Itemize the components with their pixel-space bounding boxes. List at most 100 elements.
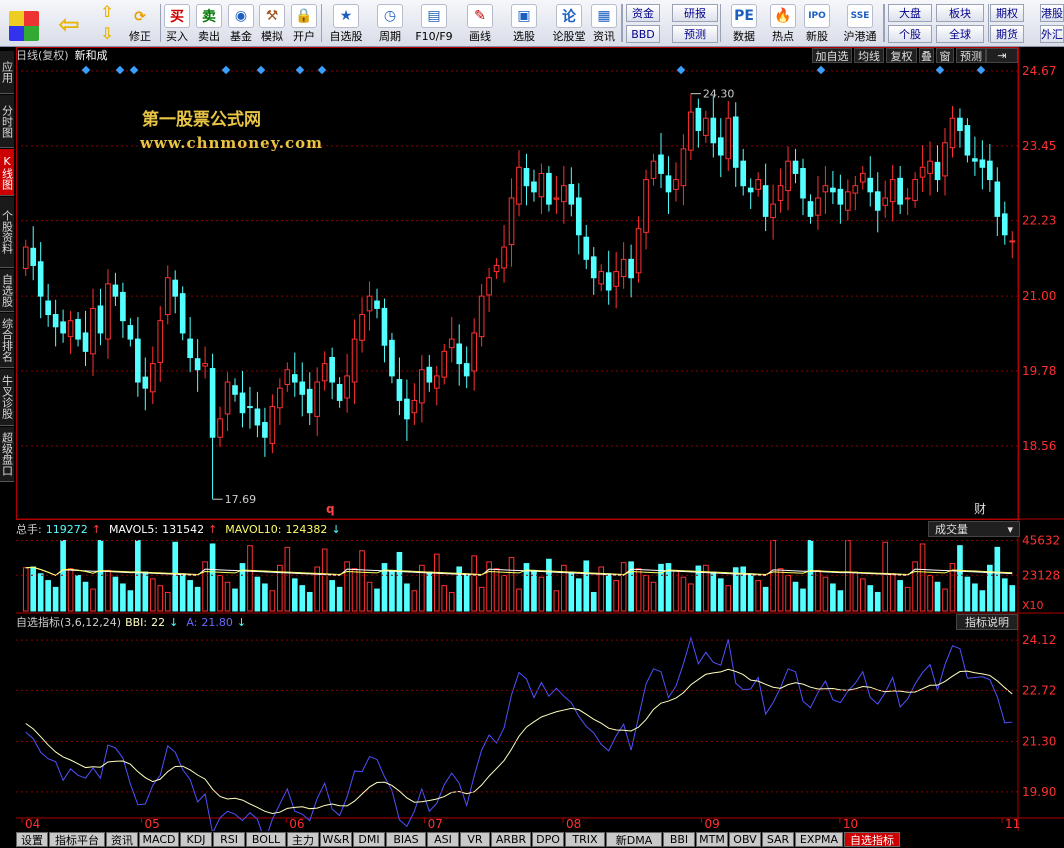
toolbar-small-button-5[interactable]: 个股 xyxy=(888,25,932,43)
bottom-tab-12[interactable]: VR xyxy=(460,832,490,847)
toolbar-button-buy[interactable]: 买买入 xyxy=(163,3,191,43)
bottom-tab-13[interactable]: ARBR xyxy=(491,832,531,847)
event-marker-icon[interactable] xyxy=(81,65,91,75)
candle-body xyxy=(22,246,29,270)
sidebar-item-7[interactable]: 超级盘口 xyxy=(0,427,14,482)
indicator-help-button[interactable]: 指标说明 xyxy=(956,614,1018,630)
event-marker-icon[interactable] xyxy=(115,65,125,75)
event-marker-icon[interactable] xyxy=(129,65,139,75)
volume-bar xyxy=(411,590,418,612)
menu-grid-button[interactable] xyxy=(6,3,42,43)
toolbar-small-button-0[interactable]: 资金 xyxy=(626,4,660,22)
kline-button-label: 叠 xyxy=(921,49,932,63)
marker-finance-report[interactable]: 财 xyxy=(974,502,986,516)
event-marker-icon[interactable] xyxy=(317,65,327,75)
toolbar-button-forum[interactable]: 论论股堂 xyxy=(552,3,586,43)
kline-button-1[interactable]: 均线 xyxy=(854,48,884,63)
toolbar-divider xyxy=(720,4,721,42)
toolbar-small-button-4[interactable]: 大盘 xyxy=(888,4,932,22)
toolbar-button-screener[interactable]: ▣ 选股 xyxy=(506,3,542,43)
sidebar-item-6[interactable]: 牛叉诊股 xyxy=(0,369,14,426)
bottom-tab-2[interactable]: 资讯 xyxy=(106,832,138,847)
hk-connect-icon: SSE xyxy=(847,4,873,28)
toolbar-button-pe-data[interactable]: PE 数据 xyxy=(726,3,762,43)
event-marker-icon[interactable] xyxy=(295,65,305,75)
bottom-tab-0[interactable]: 设置 xyxy=(16,832,48,847)
bottom-tab-19[interactable]: OBV xyxy=(729,832,761,847)
bottom-tab-label: ASI xyxy=(434,833,452,846)
sidebar-item-4[interactable]: 自选股 xyxy=(0,269,14,312)
toolbar-button-hk-connect[interactable]: SSE 沪港通 xyxy=(840,3,880,43)
marker-q[interactable]: q xyxy=(326,502,335,516)
volume-type-dropdown[interactable]: 成交量 ▾ xyxy=(928,521,1020,537)
event-marker-icon[interactable] xyxy=(935,65,945,75)
toolbar-small-button-9[interactable]: 期货 xyxy=(990,25,1024,43)
event-marker-icon[interactable] xyxy=(976,65,986,75)
toolbar-button-lock[interactable]: 🔒 开户 xyxy=(290,3,318,43)
kline-button-0[interactable]: 加自选 xyxy=(812,48,852,63)
down-button[interactable]: ⇩ xyxy=(96,24,118,44)
bottom-tab-17[interactable]: BBI xyxy=(663,832,695,847)
bottom-tab-1[interactable]: 指标平台 xyxy=(49,832,105,847)
bottom-tab-18[interactable]: MTM xyxy=(696,832,728,847)
back-button[interactable]: ⇦ xyxy=(52,3,86,43)
sidebar-item-3[interactable]: 个股资料 xyxy=(0,197,14,268)
bottom-tab-7[interactable]: 主力 xyxy=(287,832,319,847)
bottom-tab-16[interactable]: 新DMA xyxy=(606,832,662,847)
candle-body xyxy=(904,197,911,200)
event-marker-icon[interactable] xyxy=(816,65,826,75)
up-arrow-icon: ⇧ xyxy=(100,1,114,21)
bottom-tab-11[interactable]: ASI xyxy=(427,832,459,847)
event-marker-icon[interactable] xyxy=(676,65,686,75)
toolbar-small-button-7[interactable]: 全球 xyxy=(936,25,984,43)
sidebar-item-0[interactable]: 应用 xyxy=(0,51,14,94)
toolbar-button-clock[interactable]: ◷ 周期 xyxy=(372,3,408,43)
bottom-tab-5[interactable]: RSI xyxy=(213,832,245,847)
bottom-tab-6[interactable]: BOLL xyxy=(246,832,286,847)
sidebar-item-2[interactable]: K线图 xyxy=(0,149,14,196)
bottom-tab-4[interactable]: KDJ xyxy=(180,832,212,847)
kline-button-5[interactable]: 预测 xyxy=(956,48,986,63)
back-arrow-icon: ⇦ xyxy=(58,10,80,40)
bottom-tab-22[interactable]: 自选指标 xyxy=(844,832,900,847)
toolbar-button-favorites[interactable]: ★ 自选股 xyxy=(326,3,366,43)
candle-body xyxy=(807,201,814,217)
expand-panel-button[interactable]: ⇥ xyxy=(986,48,1018,63)
sidebar-item-1[interactable]: 分时图 xyxy=(0,95,14,148)
toolbar-button-hot[interactable]: 🔥 热点 xyxy=(766,3,800,43)
bottom-tab-9[interactable]: DMI xyxy=(353,832,385,847)
event-marker-icon[interactable] xyxy=(221,65,231,75)
toolbar-button-news[interactable]: ▦ 资讯 xyxy=(590,3,618,43)
sidebar-item-5[interactable]: 综合排名 xyxy=(0,313,14,368)
toolbar-button-sell[interactable]: 卖卖出 xyxy=(195,3,223,43)
toolbar-button-ipo[interactable]: IPO 新股 xyxy=(802,3,832,43)
kline-button-2[interactable]: 复权 xyxy=(886,48,917,63)
candle-body xyxy=(994,181,1001,217)
bottom-tab-20[interactable]: SAR xyxy=(762,832,794,847)
toolbar-small-button-11[interactable]: 外汇 xyxy=(1040,25,1064,43)
toolbar-small-button-1[interactable]: BBD xyxy=(626,25,660,43)
bottom-tab-15[interactable]: TRIX xyxy=(565,832,605,847)
toolbar-small-button-10[interactable]: 港股 xyxy=(1040,4,1064,22)
toolbar-small-button-3[interactable]: 预测 xyxy=(672,25,718,43)
toolbar-small-button-6[interactable]: 板块 xyxy=(936,4,984,22)
up-button[interactable]: ⇧ xyxy=(96,2,118,22)
bottom-tab-10[interactable]: BIAS xyxy=(386,832,426,847)
toolbar-button-f10[interactable]: ▤ F10/F9 xyxy=(414,3,454,43)
candle-body xyxy=(822,185,829,193)
kline-button-3[interactable]: 叠 xyxy=(919,48,934,63)
toolbar-button-gavel[interactable]: ⚒ 模拟 xyxy=(258,3,286,43)
bottom-tab-14[interactable]: DPO xyxy=(532,832,564,847)
up-arrow-icon: ↑ xyxy=(208,522,218,536)
bottom-tab-8[interactable]: W&R xyxy=(320,832,352,847)
volume-bar xyxy=(187,580,193,612)
edit-button[interactable]: ⟳ 修正 xyxy=(124,3,156,43)
bottom-tab-3[interactable]: MACD xyxy=(139,832,179,847)
toolbar-small-button-2[interactable]: 研报 xyxy=(672,4,718,22)
toolbar-small-button-8[interactable]: 期权 xyxy=(990,4,1024,22)
kline-button-4[interactable]: 窗 xyxy=(936,48,954,63)
toolbar-button-fund[interactable]: ◉ 基金 xyxy=(227,3,255,43)
toolbar-button-pen[interactable]: ✎ 画线 xyxy=(462,3,498,43)
bottom-tab-21[interactable]: EXPMA xyxy=(795,832,843,847)
event-marker-icon[interactable] xyxy=(256,65,266,75)
